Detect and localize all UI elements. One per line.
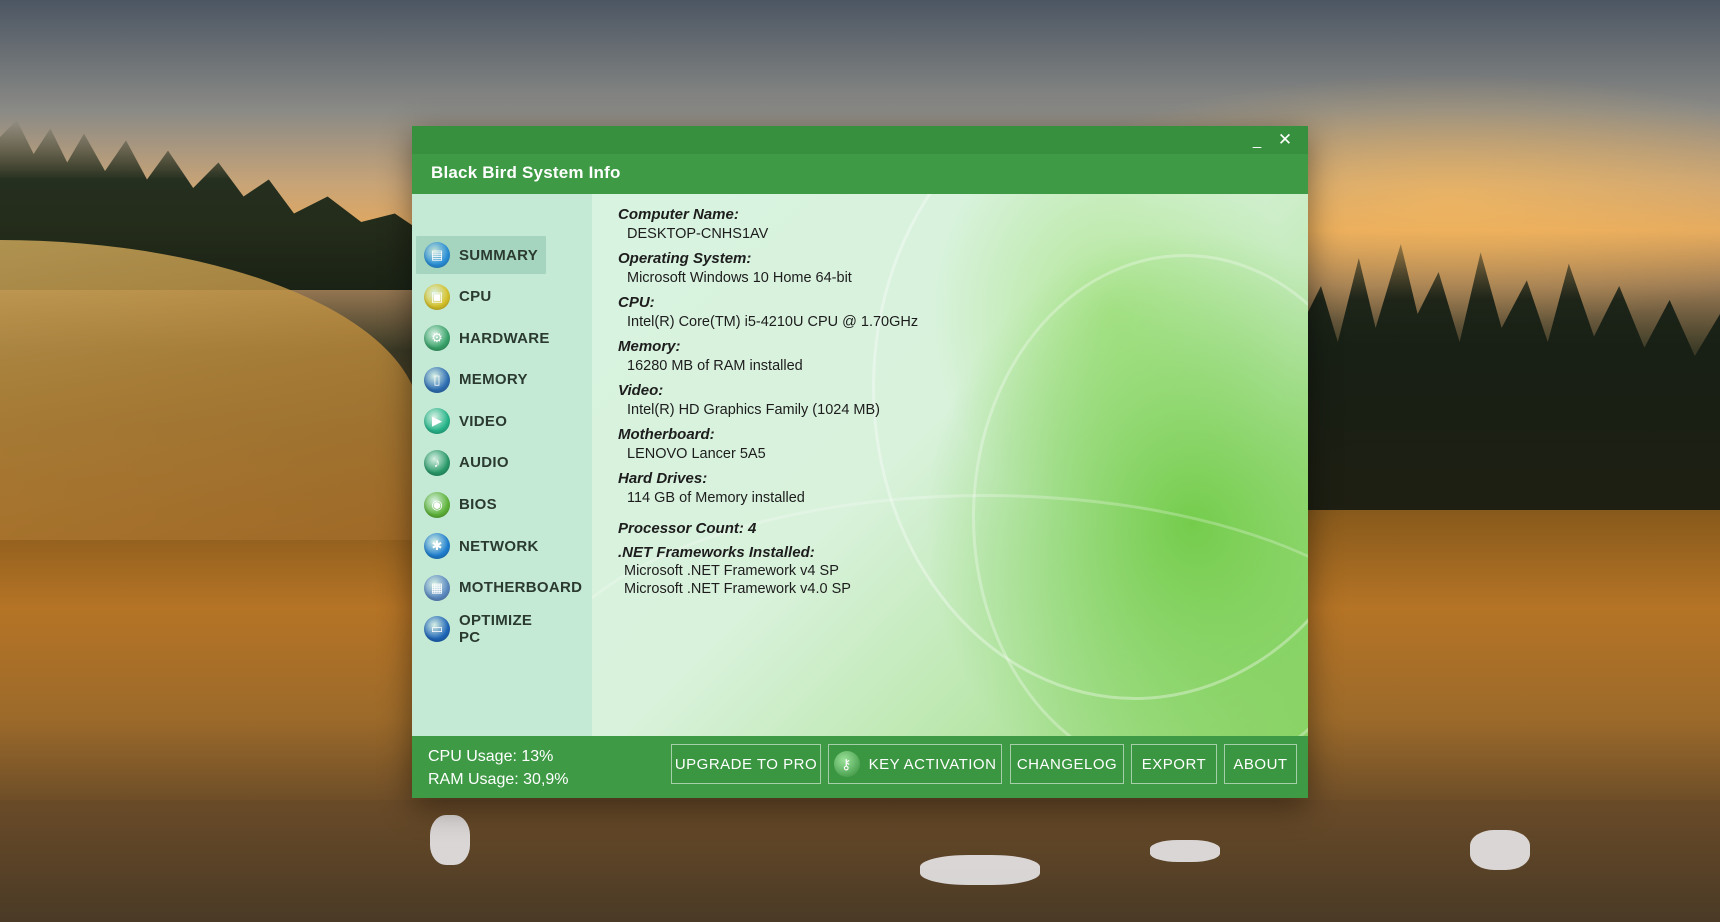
upgrade-to-pro-label: UPGRADE TO PRO bbox=[674, 755, 818, 773]
video-value: Intel(R) HD Graphics Family (1024 MB) bbox=[627, 402, 880, 418]
upgrade-to-pro-button[interactable]: UPGRADE TO PRO bbox=[671, 744, 821, 784]
network-icon: ✱ bbox=[424, 533, 450, 560]
computer-name-block: Computer Name: DESKTOP-CNHS1AV bbox=[618, 206, 918, 244]
sidebar-item-label: HARDWARE bbox=[459, 329, 550, 347]
memory-label: Memory: bbox=[618, 338, 681, 355]
summary-panel: Computer Name: DESKTOP-CNHS1AV Operating… bbox=[592, 194, 1308, 736]
sidebar-item-label: CPU bbox=[459, 288, 492, 306]
sidebar-item-label: OPTIMIZE PC bbox=[459, 612, 533, 647]
key-icon: ⚷ bbox=[833, 751, 860, 777]
motherboard-icon: ▦ bbox=[424, 574, 450, 601]
sidebar-item-bios[interactable]: ◉ BIOS bbox=[416, 486, 546, 524]
sidebar-item-label: SUMMARY bbox=[459, 246, 539, 264]
key-activation-button[interactable]: ⚷ KEY ACTIVATION bbox=[828, 744, 1002, 784]
title-bar: _ ✕ Black Bird System Info bbox=[412, 126, 1308, 194]
hard-drives-label: Hard Drives: bbox=[618, 470, 708, 487]
memory-icon: ▯ bbox=[424, 366, 450, 393]
minimize-button[interactable]: _ bbox=[1246, 130, 1268, 150]
wallpaper-snow bbox=[1150, 840, 1220, 862]
video-block: Video: Intel(R) HD Graphics Family (1024… bbox=[618, 382, 918, 420]
hard-drives-block: Hard Drives: 114 GB of Memory installed bbox=[618, 470, 918, 508]
sidebar-item-video[interactable]: ▶ VIDEO bbox=[416, 402, 546, 440]
changelog-label: CHANGELOG bbox=[1016, 755, 1118, 773]
ram-usage: RAM Usage: 30,9% bbox=[428, 771, 569, 788]
sidebar-item-audio[interactable]: ♪ AUDIO bbox=[416, 444, 546, 482]
key-activation-label: KEY ACTIVATION bbox=[868, 755, 997, 773]
cpu-label: CPU: bbox=[618, 294, 655, 311]
usage-stats: CPU Usage: 13% RAM Usage: 30,9% bbox=[428, 745, 569, 791]
sidebar-item-hardware[interactable]: ⚙ HARDWARE bbox=[416, 319, 549, 357]
summary-icon: ▤ bbox=[424, 242, 450, 268]
sidebar-item-label: NETWORK bbox=[459, 537, 539, 555]
sidebar-item-label: AUDIO bbox=[459, 454, 509, 472]
export-label: EXPORT bbox=[1141, 755, 1207, 773]
net-frameworks-block: .NET Frameworks Installed: Microsoft .NE… bbox=[618, 544, 918, 598]
motherboard-value: LENOVO Lancer 5A5 bbox=[627, 446, 766, 462]
optimize-pc-icon: ▭ bbox=[424, 616, 450, 643]
video-icon: ▶ bbox=[424, 408, 450, 435]
bios-icon: ◉ bbox=[424, 491, 450, 518]
memory-value: 16280 MB of RAM installed bbox=[627, 358, 803, 374]
content-area: ▤ SUMMARY ▣ CPU ⚙ HARDWARE ▯ MEMORY ▶ VIDEO ♪ AUDIO… bbox=[412, 194, 1308, 736]
sidebar-item-network[interactable]: ✱ NETWORK bbox=[416, 527, 546, 565]
os-label: Operating System: bbox=[618, 250, 752, 267]
sidebar-item-label: MOTHERBOARD bbox=[459, 579, 583, 597]
sidebar-item-memory[interactable]: ▯ MEMORY bbox=[416, 361, 546, 399]
audio-icon: ♪ bbox=[424, 449, 450, 476]
net-frameworks-label: .NET Frameworks Installed: bbox=[618, 544, 815, 561]
status-bar: CPU Usage: 13% RAM Usage: 30,9% UPGRADE … bbox=[412, 736, 1308, 798]
sidebar: ▤ SUMMARY ▣ CPU ⚙ HARDWARE ▯ MEMORY ▶ VIDEO ♪ AUDIO… bbox=[412, 194, 592, 736]
about-button[interactable]: ABOUT bbox=[1224, 744, 1297, 784]
system-summary: Computer Name: DESKTOP-CNHS1AV Operating… bbox=[618, 206, 918, 604]
about-label: ABOUT bbox=[1233, 755, 1288, 773]
processor-count: Processor Count: 4 bbox=[618, 520, 757, 537]
app-title: Black Bird System Info bbox=[431, 163, 621, 182]
motherboard-block: Motherboard: LENOVO Lancer 5A5 bbox=[618, 426, 918, 464]
wallpaper-snow bbox=[1470, 830, 1530, 870]
app-window: _ ✕ Black Bird System Info ▤ SUMMARY ▣ CPU ⚙… bbox=[412, 126, 1308, 798]
wallpaper-meadow bbox=[0, 800, 1720, 922]
cpu-usage: CPU Usage: 13% bbox=[428, 748, 554, 765]
processor-count-block: Processor Count: 4 bbox=[618, 520, 918, 538]
sidebar-item-cpu[interactable]: ▣ CPU bbox=[416, 278, 546, 316]
sidebar-item-label: MEMORY bbox=[459, 371, 528, 389]
net-framework-item: Microsoft .NET Framework v4.0 SP bbox=[624, 581, 851, 597]
sidebar-item-label: BIOS bbox=[459, 496, 497, 514]
title-bar-drag-strip[interactable] bbox=[412, 126, 1308, 154]
cpu-value: Intel(R) Core(TM) i5-4210U CPU @ 1.70GHz bbox=[627, 314, 919, 330]
os-block: Operating System: Microsoft Windows 10 H… bbox=[618, 250, 918, 288]
export-button[interactable]: EXPORT bbox=[1131, 744, 1217, 784]
computer-name-value: DESKTOP-CNHS1AV bbox=[627, 226, 769, 242]
hard-drives-value: 114 GB of Memory installed bbox=[627, 490, 805, 506]
wallpaper-snow bbox=[430, 815, 470, 865]
sidebar-item-summary[interactable]: ▤ SUMMARY bbox=[416, 236, 546, 274]
wallpaper-forest-right bbox=[1300, 244, 1720, 510]
os-value: Microsoft Windows 10 Home 64-bit bbox=[627, 270, 852, 286]
wallpaper-snow bbox=[920, 855, 1040, 885]
changelog-button[interactable]: CHANGELOG bbox=[1010, 744, 1124, 784]
sidebar-item-motherboard[interactable]: ▦ MOTHERBOARD bbox=[416, 569, 582, 607]
sidebar-item-optimize-pc[interactable]: ▭ OPTIMIZE PC bbox=[416, 610, 546, 648]
memory-block: Memory: 16280 MB of RAM installed bbox=[618, 338, 918, 376]
video-label: Video: bbox=[618, 382, 664, 399]
cpu-block: CPU: Intel(R) Core(TM) i5-4210U CPU @ 1.… bbox=[618, 294, 918, 332]
cpu-icon: ▣ bbox=[424, 283, 450, 310]
net-framework-item: Microsoft .NET Framework v4 SP bbox=[624, 563, 839, 579]
hardware-icon: ⚙ bbox=[424, 325, 450, 352]
close-button[interactable]: ✕ bbox=[1274, 130, 1296, 150]
motherboard-label: Motherboard: bbox=[618, 426, 715, 443]
computer-name-label: Computer Name: bbox=[618, 206, 739, 223]
sidebar-item-label: VIDEO bbox=[459, 412, 508, 430]
